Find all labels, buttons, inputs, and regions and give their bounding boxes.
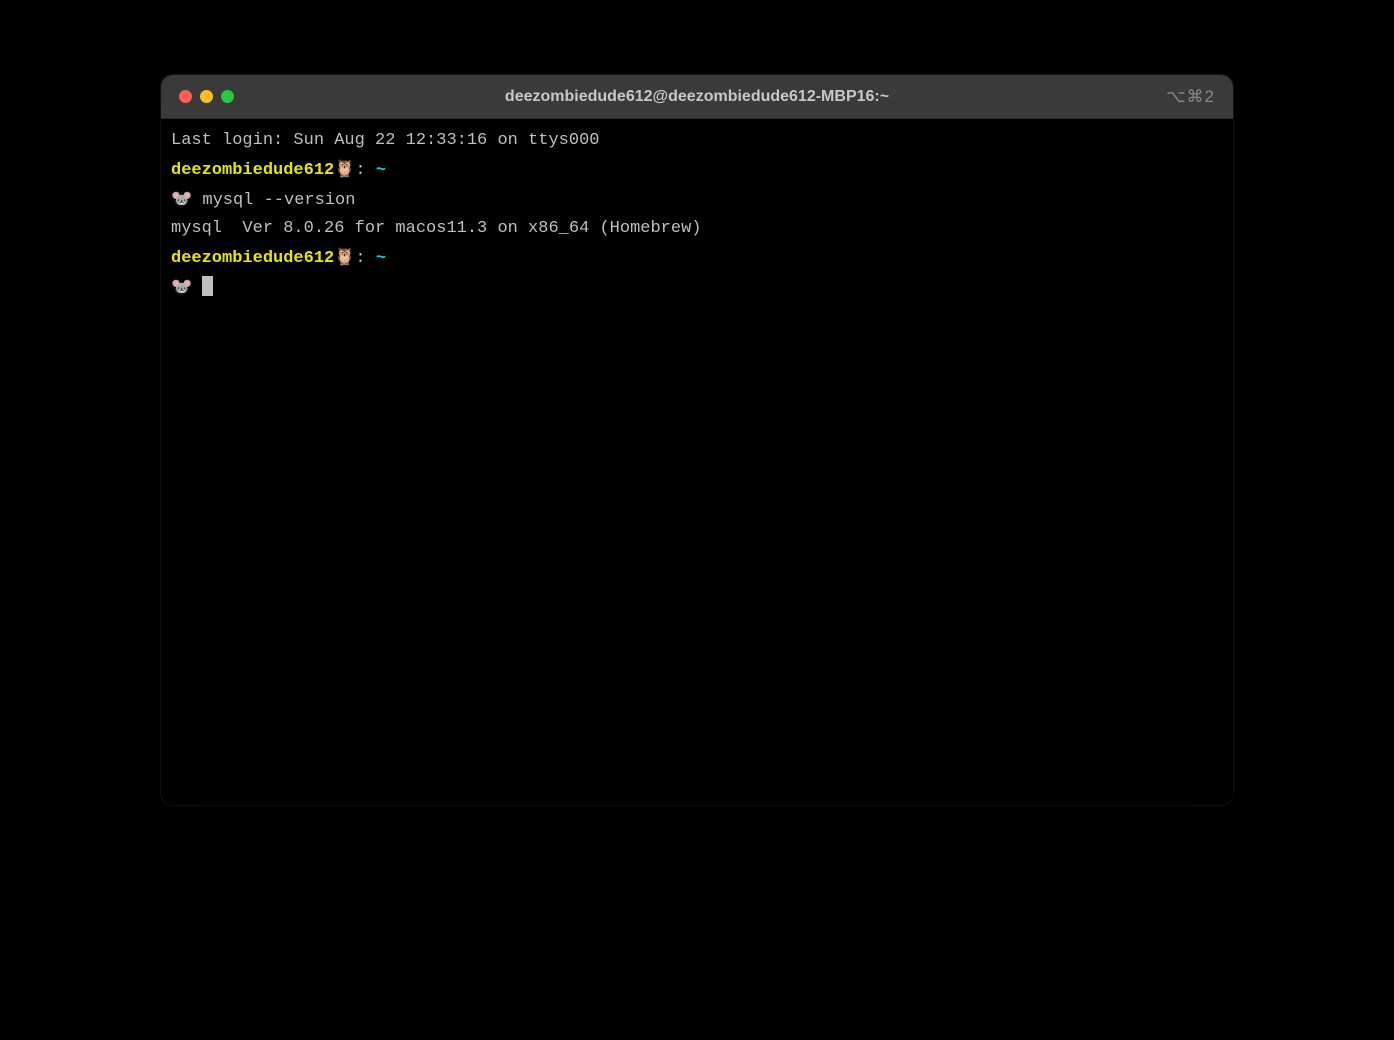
prompt-path: ~ <box>376 249 386 268</box>
prompt-separator: : <box>355 161 365 180</box>
terminal-window: deezombiedude612@deezombiedude612-MBP16:… <box>161 75 1233 805</box>
prompt-separator: : <box>355 249 365 268</box>
maximize-button[interactable] <box>221 90 234 103</box>
prompt-username: deezombiedude612 <box>171 161 334 180</box>
terminal-cursor <box>202 276 213 296</box>
minimize-button[interactable] <box>200 90 213 103</box>
prompt-path: ~ <box>376 161 386 180</box>
owl-icon: 🦉 <box>334 247 355 266</box>
command-line-1: 🐭 mysql --version <box>171 185 1223 215</box>
mouse-icon: 🐭 <box>171 277 192 296</box>
command-text: mysql --version <box>202 191 355 210</box>
current-input-line[interactable]: 🐭 <box>171 273 1223 303</box>
window-titlebar[interactable]: deezombiedude612@deezombiedude612-MBP16:… <box>161 75 1233 119</box>
window-title: deezombiedude612@deezombiedude612-MBP16:… <box>161 88 1233 106</box>
owl-icon: 🦉 <box>334 159 355 178</box>
prompt-line-1: deezombiedude612🦉: ~ <box>171 155 1223 185</box>
output-line-1: mysql Ver 8.0.26 for macos11.3 on x86_64… <box>171 215 1223 243</box>
prompt-username: deezombiedude612 <box>171 249 334 268</box>
close-button[interactable] <box>179 90 192 103</box>
traffic-lights <box>179 90 234 103</box>
last-login-line: Last login: Sun Aug 22 12:33:16 on ttys0… <box>171 127 1223 155</box>
prompt-line-2: deezombiedude612🦉: ~ <box>171 243 1223 273</box>
terminal-content[interactable]: Last login: Sun Aug 22 12:33:16 on ttys0… <box>161 119 1233 805</box>
window-shortcut-indicator: ⌥⌘2 <box>1166 87 1215 107</box>
mouse-icon: 🐭 <box>171 189 192 208</box>
